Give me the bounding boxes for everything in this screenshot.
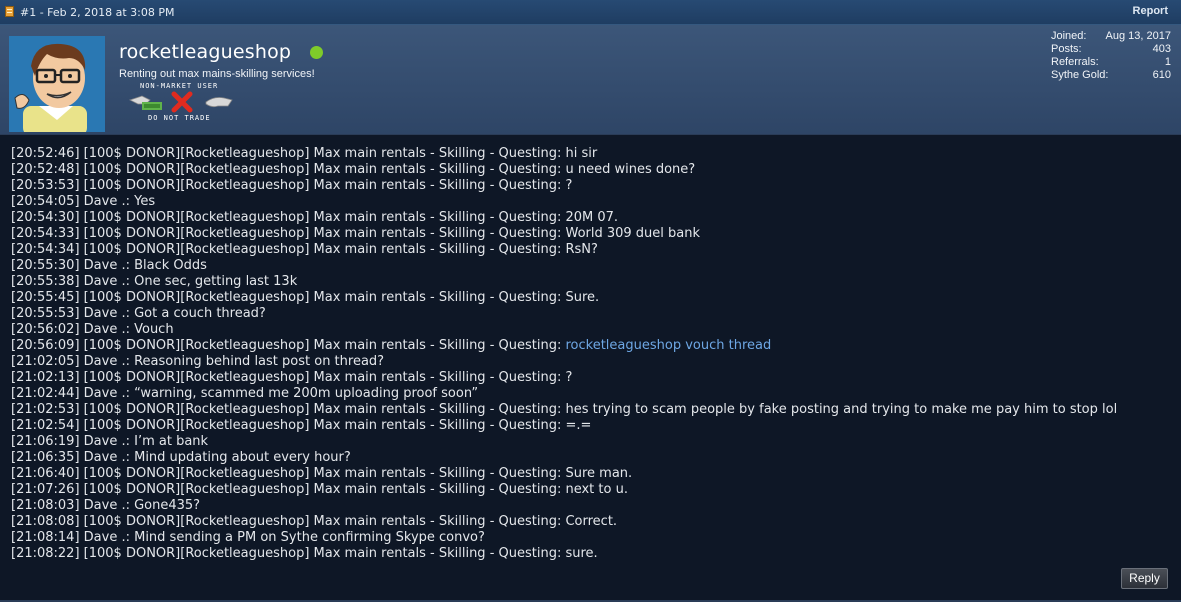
stat-sythe-gold: Sythe Gold: 610 bbox=[1051, 69, 1171, 82]
post-icon bbox=[5, 6, 14, 17]
chat-line: [21:02:05] Dave .: Reasoning behind last… bbox=[11, 354, 385, 369]
chat-line: [20:55:45] [100$ DONOR][Rocketleagueshop… bbox=[11, 290, 600, 305]
chat-line: [21:08:14] Dave .: Mind sending a PM on … bbox=[11, 530, 485, 545]
chat-line: [21:07:26] [100$ DONOR][Rocketleagueshop… bbox=[11, 482, 628, 497]
stat-referrals: Referrals: 1 bbox=[1051, 56, 1171, 69]
stat-value[interactable]: 403 bbox=[1153, 43, 1171, 56]
stat-posts: Posts: 403 bbox=[1051, 43, 1171, 56]
chat-line: [21:08:03] Dave .: Gone435? bbox=[11, 498, 201, 513]
chat-line: [21:02:53] [100$ DONOR][Rocketleagueshop… bbox=[11, 402, 1118, 417]
stat-value: Aug 13, 2017 bbox=[1105, 30, 1171, 42]
chat-line: [20:52:46] [100$ DONOR][Rocketleagueshop… bbox=[11, 146, 598, 161]
post-message-body: [20:52:46] [100$ DONOR][Rocketleagueshop… bbox=[11, 146, 1176, 562]
post-meta[interactable]: #1 - Feb 2, 2018 at 3:08 PM bbox=[20, 6, 175, 19]
avatar[interactable] bbox=[9, 36, 105, 132]
reply-button[interactable]: Reply bbox=[1121, 568, 1168, 589]
post-header-bar: #1 - Feb 2, 2018 at 3:08 PM Report bbox=[0, 0, 1181, 25]
chat-line: [20:54:33] [100$ DONOR][Rocketleagueshop… bbox=[11, 226, 701, 241]
non-market-user-badge: NON-MARKET USER DO NOT TRADE bbox=[128, 82, 238, 124]
username[interactable]: rocketleagueshop bbox=[119, 41, 291, 63]
chat-line: [20:53:53] [100$ DONOR][Rocketleagueshop… bbox=[11, 178, 573, 193]
chat-line: [21:08:22] [100$ DONOR][Rocketleagueshop… bbox=[11, 546, 598, 561]
report-link[interactable]: Report bbox=[1133, 5, 1168, 17]
chat-line-text: [20:56:09] [100$ DONOR][Rocketleagueshop… bbox=[11, 338, 566, 353]
chat-line-with-link: [20:56:09] [100$ DONOR][Rocketleagueshop… bbox=[11, 338, 1176, 354]
chat-line: [21:02:44] Dave .: “warning, scammed me … bbox=[11, 386, 479, 401]
stat-value: 610 bbox=[1152, 69, 1171, 81]
badge-top-label: NON-MARKET USER bbox=[140, 82, 219, 90]
stat-label: Joined: bbox=[1051, 30, 1087, 42]
chat-line: [20:55:53] Dave .: Got a couch thread? bbox=[11, 306, 266, 321]
trade-handshake-icon bbox=[128, 91, 233, 113]
chat-line: [20:54:30] [100$ DONOR][Rocketleagueshop… bbox=[11, 210, 619, 225]
chat-line: [21:06:19] Dave .: I’m at bank bbox=[11, 434, 209, 449]
stat-label: Posts: bbox=[1051, 43, 1082, 55]
chat-line: [20:54:34] [100$ DONOR][Rocketleagueshop… bbox=[11, 242, 598, 257]
online-status-icon bbox=[310, 46, 323, 59]
chat-line: [21:06:35] Dave .: Mind updating about e… bbox=[11, 450, 351, 465]
user-title: Renting out max mains-skilling services! bbox=[119, 68, 315, 80]
chat-line: [20:54:05] Dave .: Yes bbox=[11, 194, 156, 209]
chat-line: [20:55:30] Dave .: Black Odds bbox=[11, 258, 207, 273]
vouch-thread-link[interactable]: rocketleagueshop vouch thread bbox=[565, 338, 771, 353]
stat-value: 1 bbox=[1164, 56, 1171, 68]
chat-line: [21:08:08] [100$ DONOR][Rocketleagueshop… bbox=[11, 514, 618, 529]
stat-label: Sythe Gold: bbox=[1051, 69, 1109, 81]
user-stats: Joined: Aug 13, 2017 Posts: 403 Referral… bbox=[1051, 30, 1171, 82]
stat-joined: Joined: Aug 13, 2017 bbox=[1051, 30, 1171, 43]
chat-line: [20:52:48] [100$ DONOR][Rocketleagueshop… bbox=[11, 162, 696, 177]
chat-line: [21:02:54] [100$ DONOR][Rocketleagueshop… bbox=[11, 418, 592, 433]
chat-line: [20:55:38] Dave .: One sec, getting last… bbox=[11, 274, 298, 289]
chat-line: [21:02:13] [100$ DONOR][Rocketleagueshop… bbox=[11, 370, 573, 385]
stat-label: Referrals: bbox=[1051, 56, 1099, 68]
chat-line: [21:06:40] [100$ DONOR][Rocketleagueshop… bbox=[11, 466, 633, 481]
avatar-image bbox=[9, 36, 105, 132]
badge-bottom-label: DO NOT TRADE bbox=[148, 114, 211, 122]
chat-line: [20:56:02] Dave .: Vouch bbox=[11, 322, 174, 337]
user-info-panel: rocketleagueshop Renting out max mains-s… bbox=[0, 25, 1181, 135]
